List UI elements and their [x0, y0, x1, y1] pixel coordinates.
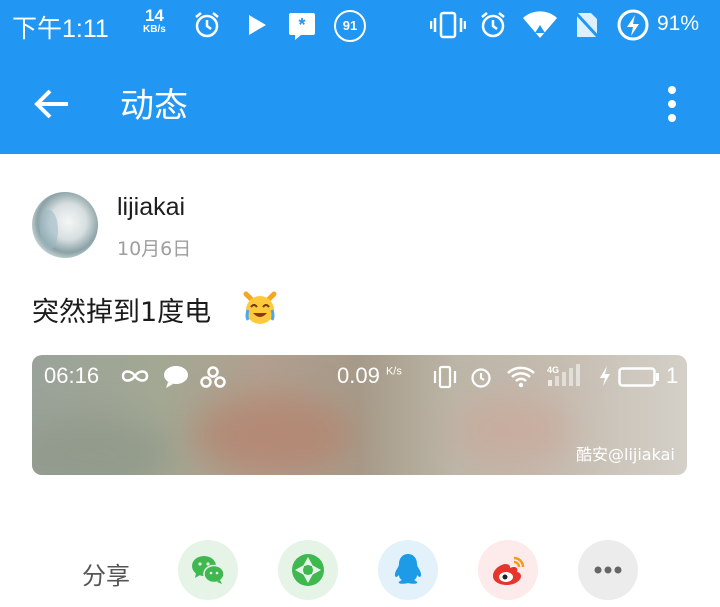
arrow-back-icon — [34, 89, 68, 119]
image-net-speed-unit: K/s — [385, 365, 402, 378]
post-image[interactable]: 06:16 0.09 K/s 4G 1 酷安@lijiakai — [32, 355, 687, 475]
battery-charging-icon — [616, 8, 650, 42]
svg-text:*: * — [298, 15, 305, 35]
post-username[interactable]: lijiakai — [117, 193, 185, 222]
status-time: 下午1:11 — [12, 15, 109, 43]
share-label: 分享 — [82, 562, 130, 590]
post-date: 10月6日 — [117, 238, 192, 260]
battery-icon — [618, 367, 660, 391]
avatar[interactable] — [32, 192, 98, 258]
wechat-icon — [192, 556, 225, 584]
network-type: 4G — [547, 365, 559, 375]
image-time: 06:16 — [44, 363, 100, 388]
net-speed: 14 KB/s — [143, 7, 166, 35]
notification-count-badge: 91 — [334, 10, 366, 42]
vibrate-icon — [432, 365, 458, 393]
charging-bolt-icon — [598, 365, 612, 391]
crying-laughing-cat-emoji-icon — [242, 290, 278, 326]
share-wechat-button[interactable] — [178, 540, 238, 600]
qq-icon — [394, 554, 422, 584]
net-speed-value: 14 — [144, 6, 164, 25]
share-moments-button[interactable] — [278, 540, 338, 600]
more-options-button[interactable] — [652, 80, 692, 128]
image-net-speed-value: 0.09 — [337, 363, 380, 388]
app-bar: 动态 — [0, 50, 720, 154]
image-battery-level: 1 — [666, 363, 679, 388]
share-qq-button[interactable] — [378, 540, 438, 600]
more-horiz-icon — [594, 566, 622, 574]
infinity-icon — [120, 367, 150, 389]
wifi-icon — [506, 365, 536, 393]
page-title: 动态 — [120, 86, 188, 126]
alarm-icon-2 — [478, 10, 508, 40]
alarm-icon — [192, 10, 222, 40]
weibo-icon — [493, 556, 525, 585]
message-icon — [163, 365, 189, 393]
share-weibo-button[interactable] — [478, 540, 538, 600]
image-watermark: 酷安@lijiakai — [576, 445, 675, 464]
wifi-icon — [522, 11, 558, 39]
no-sim-icon — [574, 10, 600, 40]
vibrate-icon — [430, 10, 466, 40]
net-speed-unit: KB/s — [143, 24, 166, 35]
status-bar: 下午1:11 14 KB/s * 91 91% — [0, 0, 720, 50]
image-net-speed: 0.09 K/s — [337, 363, 402, 389]
more-vert-icon — [668, 86, 676, 122]
battery-percent: 91% — [657, 12, 700, 35]
app-notification-icon: * — [287, 10, 317, 42]
signal-icon: 4G — [546, 363, 584, 393]
link-icon — [200, 365, 226, 393]
play-icon — [246, 13, 268, 37]
post-text: 突然掉到1度电 — [32, 297, 212, 328]
back-button[interactable] — [28, 80, 76, 128]
share-more-button[interactable] — [578, 540, 638, 600]
alarm-icon — [468, 365, 494, 393]
wechat-moments-icon — [292, 554, 324, 586]
